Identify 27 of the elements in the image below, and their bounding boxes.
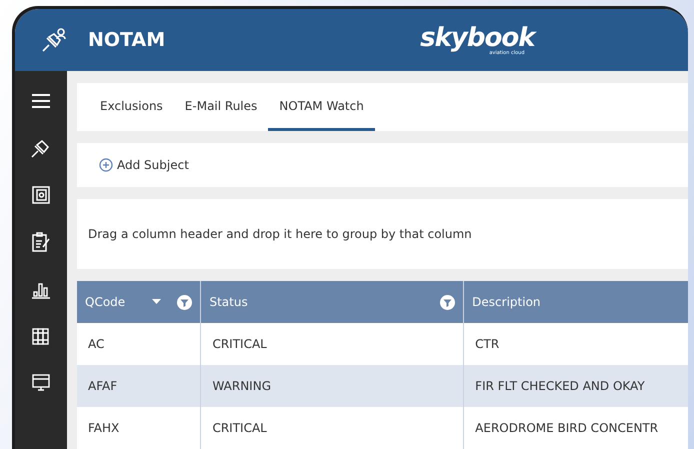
column-header[interactable]: QCode (77, 281, 201, 323)
table-cell: AFAF (77, 365, 201, 407)
plus-circle-icon (99, 158, 113, 172)
tab[interactable]: Exclusions (89, 83, 174, 131)
page-title: NOTAM (88, 28, 166, 53)
skybook-logo: skybook (420, 24, 534, 50)
column-header[interactable]: Description (464, 281, 688, 323)
safe-icon[interactable] (30, 184, 52, 206)
table-cell: AC (77, 323, 201, 365)
table-cell: FAHX (77, 407, 201, 449)
table-cell: CTR (464, 323, 688, 365)
filter-icon[interactable] (177, 294, 192, 310)
tab[interactable]: NOTAM Watch (268, 83, 375, 131)
table-cell: AERODROME BIRD CONCENTR (464, 407, 688, 449)
table-cell: CRITICAL (200, 407, 464, 449)
filter-icon[interactable] (440, 294, 456, 310)
clipboard-pencil-icon[interactable] (30, 231, 52, 253)
table-cell: WARNING (200, 365, 464, 407)
pushpin-user-icon (40, 26, 68, 54)
column-header[interactable]: Status (200, 281, 464, 323)
group-drop-panel: Drag a column header and drop it here to group by that column (77, 199, 688, 269)
table-cell: FIR FLT CHECKED AND OKAY (464, 365, 688, 407)
pushpin-icon[interactable] (30, 137, 52, 159)
tab[interactable]: E-Mail Rules (174, 83, 268, 131)
add-subject-button[interactable]: Add Subject (99, 156, 189, 174)
table-cell: CRITICAL (200, 323, 464, 365)
sort-descending-icon[interactable] (152, 299, 162, 305)
